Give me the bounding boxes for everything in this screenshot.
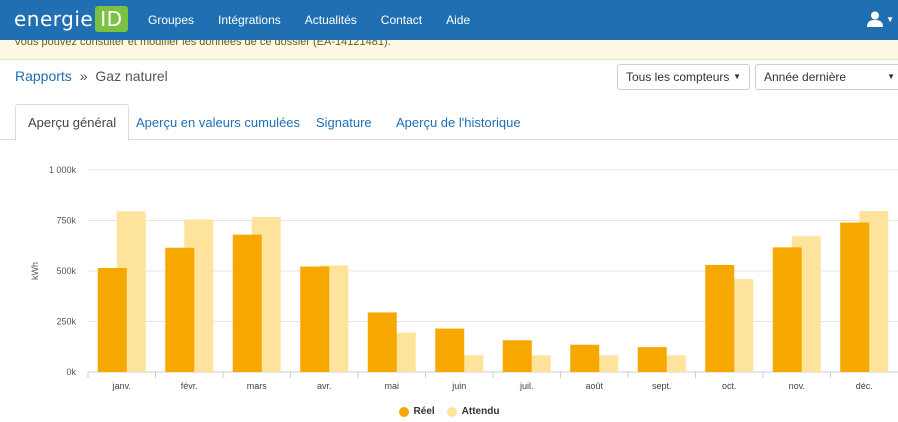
user-icon [866,10,884,28]
bar-reel [502,340,532,372]
brand-id-box: ID [95,6,128,32]
brand-logo[interactable]: energie ID [14,4,128,34]
x-tick-label: janv. [112,381,131,391]
chart-legend: Réel Attendu [0,406,898,417]
bar-reel [97,267,127,372]
report-tabs: Aperçu général Aperçu en valeurs cumulée… [0,104,898,141]
bar-reel [367,312,397,372]
chevron-down-icon: ▼ [887,72,895,81]
x-tick-label: juil. [519,381,534,391]
nav-item-groupes[interactable]: Groupes [148,13,194,27]
nav-item-contact[interactable]: Contact [381,13,422,27]
legend-dot-attendu [446,406,457,417]
nav-menu: Groupes Intégrations Actualités Contact … [148,0,494,40]
legend-item-attendu[interactable]: Attendu [446,406,500,417]
meters-select[interactable]: Tous les compteurs ▼ [617,64,750,90]
y-tick-label: 0k [66,367,76,377]
breadcrumb-separator: » [79,68,88,84]
x-tick-label: déc. [856,381,873,391]
chevron-down-icon: ▼ [733,72,741,81]
consumption-chart: 0k 250k 500k 750k 1 000k kWh janv. févr. mars avr… [0,140,898,422]
bar-reel [300,266,330,372]
nav-item-actualites[interactable]: Actualités [305,13,357,27]
x-tick-label: févr. [181,381,198,391]
alert-text: Vous pouvez consulter et modifier les do… [14,40,391,48]
brand-text: energie [14,7,94,31]
breadcrumb-current: Gaz naturel [95,68,168,84]
tab-apercu-cumule[interactable]: Aperçu en valeurs cumulées [124,104,312,140]
bar-reel [637,347,667,372]
x-tick-label: mai [384,381,399,391]
tab-apercu-historique[interactable]: Aperçu de l'historique [384,104,533,140]
bar-reel [772,247,802,372]
y-axis-label: kWh [30,262,40,280]
legend-label-attendu: Attendu [461,406,500,417]
meters-select-value: Tous les compteurs [626,70,730,84]
breadcrumb-rapports-link[interactable]: Rapports [15,68,72,84]
bar-reel [232,234,262,372]
bar-reel [840,222,870,372]
y-tick-label: 500k [56,266,76,276]
period-select-value: Année dernière [764,70,847,84]
chart-svg: 0k 250k 500k 750k 1 000k kWh janv. févr. mars avr… [30,165,898,391]
legend-item-reel[interactable]: Réel [398,406,435,417]
bar-reel [165,247,195,372]
info-alert: Vous pouvez consulter et modifier les do… [0,40,898,60]
x-tick-label: juin [451,381,466,391]
nav-item-integrations[interactable]: Intégrations [218,13,281,27]
x-tick-label: sept. [652,381,672,391]
legend-label-reel: Réel [413,406,435,417]
x-tick-label: oct. [722,381,737,391]
bar-reel [435,328,465,372]
y-tick-label: 250k [56,317,76,327]
bar-reel [705,264,735,372]
top-navbar: energie ID Groupes Intégrations Actualit… [0,0,898,40]
legend-dot-reel [398,406,409,417]
x-tick-label: avr. [317,381,332,391]
tab-signature[interactable]: Signature [304,104,384,140]
y-tick-label: 1 000k [49,165,77,175]
tab-apercu-general[interactable]: Aperçu général [15,104,130,141]
nav-item-aide[interactable]: Aide [446,13,470,27]
x-tick-label: août [585,381,603,391]
x-tick-label: nov. [789,381,805,391]
x-tick-label: mars [247,381,267,391]
bar-reel [570,344,600,372]
chevron-down-icon: ▼ [886,14,894,24]
user-menu-button[interactable]: ▼ [866,10,894,28]
period-select[interactable]: Année dernière ▼ [755,64,898,90]
y-tick-label: 750k [56,216,76,226]
breadcrumb: Rapports » Gaz naturel [15,68,168,84]
